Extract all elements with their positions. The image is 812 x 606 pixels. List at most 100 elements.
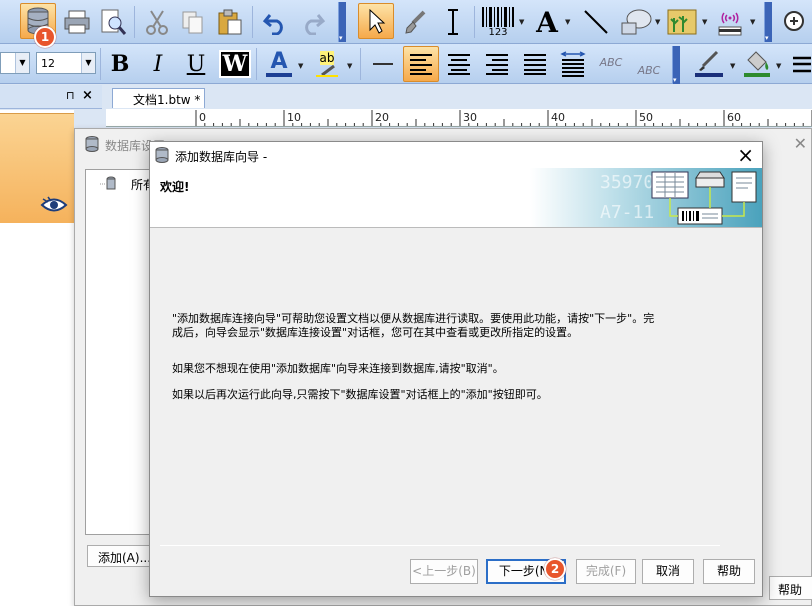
chevron-down-icon[interactable]: ▼ xyxy=(81,53,95,73)
print-icon[interactable] xyxy=(60,4,94,40)
chevron-down-icon[interactable]: ▼ xyxy=(730,62,735,70)
font-size-combo[interactable]: 12 ▼ xyxy=(36,52,96,74)
abc-text-button[interactable]: ABC xyxy=(594,44,628,80)
add-database-wizard: 添加数据库向导 - × 欢迎! 3597001 A7-11 "添加数据库连接向导… xyxy=(149,141,763,597)
rfid-icon[interactable] xyxy=(712,4,748,40)
undo-icon[interactable] xyxy=(258,4,292,40)
cut-icon[interactable] xyxy=(140,4,174,40)
document-tab[interactable]: 文档1.btw * xyxy=(112,88,205,108)
toolbar-grip[interactable] xyxy=(672,46,680,84)
underline-button[interactable]: U xyxy=(180,49,212,79)
line-width-icon[interactable] xyxy=(790,46,812,82)
close-icon[interactable]: × xyxy=(82,88,93,103)
barcode-caption: 123 xyxy=(488,27,508,38)
add-button[interactable]: 添加(A)... xyxy=(87,545,153,567)
chevron-down-icon[interactable]: ▼ xyxy=(702,18,707,26)
pen-color-icon[interactable] xyxy=(690,46,728,82)
paste-icon[interactable] xyxy=(212,4,248,40)
bold-button[interactable]: B xyxy=(104,49,136,79)
wizard-divider xyxy=(160,545,720,546)
font-color-letter: A xyxy=(270,49,288,74)
toolbar-separator xyxy=(252,6,253,38)
chevron-down-icon[interactable]: ▼ xyxy=(776,62,781,70)
highlight-text: ab xyxy=(319,51,335,65)
database-icon xyxy=(85,136,99,152)
wizard-body: "添加数据库连接向导"可帮助您设置文档以便从数据库进行读取。要使用此功能，请按"… xyxy=(150,229,762,597)
align-center-icon[interactable] xyxy=(442,46,476,82)
wizard-paragraph-1: "添加数据库连接向导"可帮助您设置文档以便从数据库进行读取。要使用此功能，请按"… xyxy=(172,312,655,339)
toolbar-separator xyxy=(474,6,475,38)
close-icon[interactable]: × xyxy=(737,143,754,167)
ruler-label: 0 xyxy=(199,111,206,124)
line-style-icon[interactable] xyxy=(366,46,400,82)
line-icon[interactable] xyxy=(576,4,616,40)
redo-icon[interactable] xyxy=(296,4,330,40)
tree-root-label[interactable]: 所有 xyxy=(131,176,151,193)
ruler-label: 40 xyxy=(551,111,565,124)
database-icon xyxy=(100,176,116,190)
fill-color-icon[interactable] xyxy=(740,46,774,82)
left-pane-header: ⊓ × xyxy=(0,85,102,109)
banner-graphic: 3597001 A7-11 xyxy=(530,168,762,227)
italic-button[interactable]: I xyxy=(142,49,174,79)
close-icon[interactable]: ✕ xyxy=(794,134,807,153)
pointer-icon[interactable] xyxy=(358,3,394,39)
chevron-down-icon[interactable]: ▼ xyxy=(298,62,303,70)
chevron-down-icon[interactable]: ▼ xyxy=(519,18,524,26)
highlight-button[interactable]: ab xyxy=(310,49,344,79)
svg-text:A7-11: A7-11 xyxy=(600,202,654,223)
eye-icon[interactable] xyxy=(40,196,68,217)
help-button[interactable]: 帮助 xyxy=(769,576,812,600)
chevron-down-icon[interactable]: ▼ xyxy=(750,18,755,26)
wizard-banner: 欢迎! 3597001 A7-11 xyxy=(150,168,762,228)
toolbar-separator xyxy=(360,48,361,80)
font-color-swatch xyxy=(266,73,292,77)
chevron-down-icon[interactable]: ▼ xyxy=(565,18,570,26)
ruler-label: 50 xyxy=(639,111,653,124)
chevron-down-icon[interactable]: ▼ xyxy=(347,62,352,70)
print-preview-icon[interactable] xyxy=(96,4,130,40)
copy-icon[interactable] xyxy=(176,4,210,40)
database-icon xyxy=(155,147,169,163)
horizontal-ruler: 0 10 20 30 40 50 60 xyxy=(106,109,812,127)
ruler-label: 20 xyxy=(375,111,389,124)
justify-icon[interactable] xyxy=(518,46,552,82)
toolbar-grip[interactable] xyxy=(338,2,346,42)
toolbar-grip[interactable] xyxy=(764,2,772,42)
wizard-paragraph-3: 如果以后再次运行此向导,只需按下"数据库设置"对话框上的"添加"按钮即可。 xyxy=(172,388,548,401)
abc-baseline-button[interactable]: ABC xyxy=(632,52,666,88)
brush-icon[interactable] xyxy=(398,4,432,40)
align-left-icon[interactable] xyxy=(403,46,439,82)
wizard-heading: 欢迎! xyxy=(160,180,190,194)
database-tree[interactable]: 所有 xyxy=(85,169,151,535)
wizard-titlebar: 添加数据库向导 - × xyxy=(150,142,762,168)
reverse-button[interactable]: W xyxy=(219,50,251,78)
cancel-button[interactable]: 取消 xyxy=(642,559,694,584)
main-toolbar: 123 ▼ A ▼ ▼ ▼ ▼ xyxy=(0,0,812,44)
back-button[interactable]: <上一步(B) xyxy=(410,559,478,584)
zoom-icon[interactable] xyxy=(778,4,812,40)
chevron-down-icon[interactable]: ▼ xyxy=(655,18,660,26)
toolbar-separator xyxy=(100,48,101,80)
wizard-paragraph-2: 如果您不想现在使用"添加数据库"向导来连接到数据库,请按"取消"。 xyxy=(172,362,504,375)
picture-icon[interactable] xyxy=(664,4,700,40)
chevron-down-icon[interactable]: ▼ xyxy=(15,53,29,73)
fit-text-icon[interactable] xyxy=(556,46,590,82)
ruler-label: 10 xyxy=(287,111,301,124)
font-name-combo[interactable]: ▼ xyxy=(0,52,30,74)
text-icon[interactable]: A xyxy=(530,4,564,40)
ruler-label: 30 xyxy=(463,111,477,124)
ruler-label: 60 xyxy=(727,111,741,124)
font-color-button[interactable]: A xyxy=(262,49,296,79)
finish-button[interactable]: 完成(F) xyxy=(576,559,636,584)
text-cursor-icon[interactable] xyxy=(436,4,470,40)
step-marker-1: 1 xyxy=(34,26,56,48)
toolbar-separator xyxy=(256,48,257,80)
shape-icon[interactable] xyxy=(616,4,656,40)
help-button[interactable]: 帮助 xyxy=(703,559,755,584)
step-marker-2: 2 xyxy=(544,558,566,580)
align-right-icon[interactable] xyxy=(480,46,514,82)
toolbar-separator xyxy=(134,6,135,38)
pin-icon[interactable]: ⊓ xyxy=(66,89,75,102)
barcode-icon[interactable]: 123 xyxy=(478,4,518,40)
